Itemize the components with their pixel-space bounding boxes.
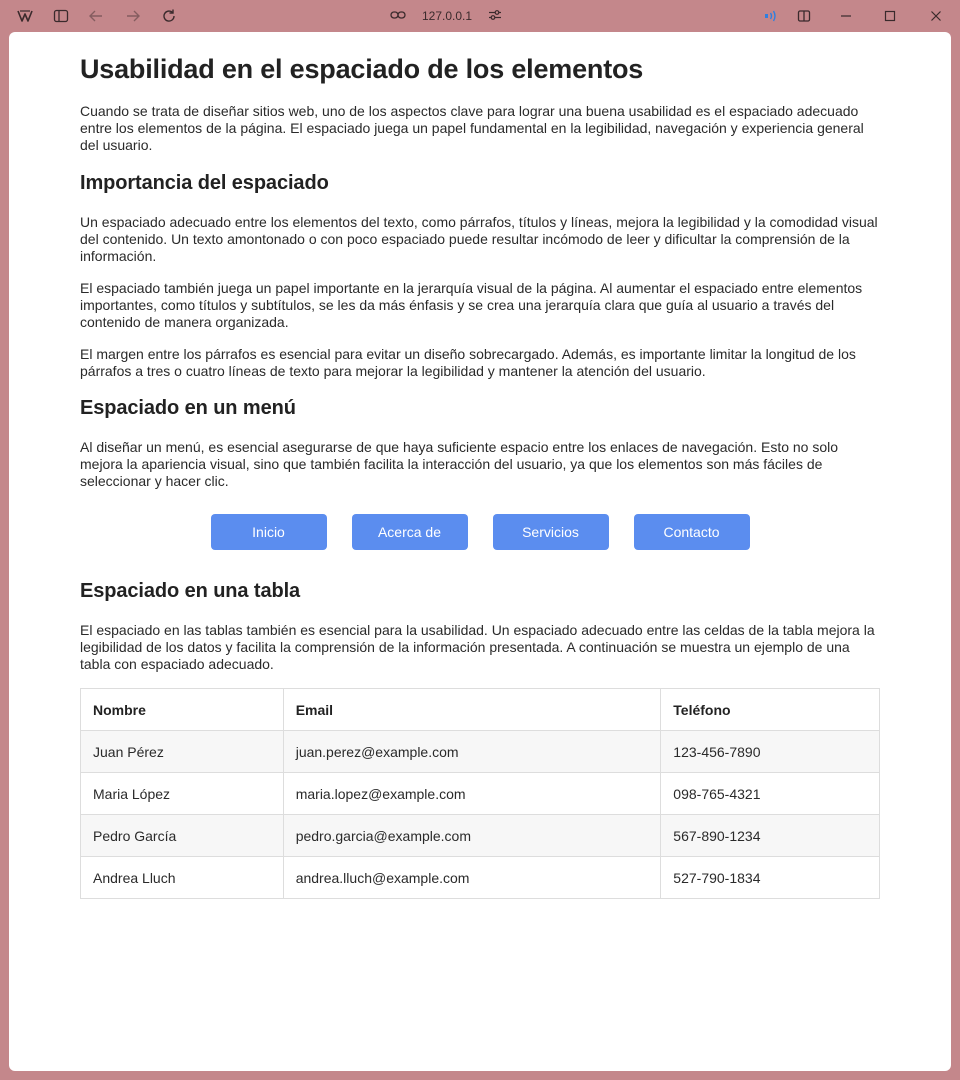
browser-titlebar: 127.0.0.1 xyxy=(0,0,960,32)
back-arrow-icon[interactable] xyxy=(87,7,105,25)
heading-tabla: Espaciado en una tabla xyxy=(80,580,301,602)
audio-playing-icon[interactable] xyxy=(762,7,780,25)
header-nombre: Nombre xyxy=(80,688,284,731)
app-logo-icon[interactable] xyxy=(16,7,34,25)
cell-email: juan.perez@example.com xyxy=(282,730,662,773)
cell-nombre: Andrea Lluch xyxy=(80,856,284,899)
article: Usabilidad en el espaciado de los elemen… xyxy=(80,32,880,899)
intro-paragraph: Cuando se trata de diseñar sitios web, u… xyxy=(80,103,864,153)
cell-email: pedro.garcia@example.com xyxy=(282,814,662,857)
page-viewport: Usabilidad en el espaciado de los elemen… xyxy=(9,32,951,1071)
reload-icon[interactable] xyxy=(160,7,178,25)
menu-button-contacto[interactable]: Contacto xyxy=(633,514,750,550)
address-text[interactable]: 127.0.0.1 xyxy=(422,9,472,23)
cell-telefono: 123-456-7890 xyxy=(660,730,880,773)
nav-menu: Inicio Acerca de Servicios Contacto xyxy=(80,514,880,550)
table-row: Pedro García pedro.garcia@example.com 56… xyxy=(80,814,880,857)
heading-importancia: Importancia del espaciado xyxy=(80,172,329,194)
forward-arrow-icon[interactable] xyxy=(124,7,142,25)
link-icon xyxy=(390,9,406,23)
cell-email: andrea.lluch@example.com xyxy=(282,856,662,899)
address-bar[interactable]: 127.0.0.1 xyxy=(390,6,502,26)
sidebar-toggle-icon[interactable] xyxy=(52,7,70,25)
cell-nombre: Maria López xyxy=(80,772,284,815)
cell-telefono: 567-890-1234 xyxy=(660,814,880,857)
table-header-row: Nombre Email Teléfono xyxy=(80,688,880,731)
menu-paragraph: Al diseñar un menú, es esencial asegurar… xyxy=(80,439,839,489)
close-icon[interactable] xyxy=(927,7,945,25)
cell-telefono: 527-790-1834 xyxy=(660,856,880,899)
minimize-icon[interactable] xyxy=(837,7,855,25)
table-row: Andrea Lluch andrea.lluch@example.com 52… xyxy=(80,856,880,899)
importancia-paragraph-3: El margen entre los párrafos es esencial… xyxy=(80,346,856,379)
contacts-table: Nombre Email Teléfono Juan Pérez juan.pe… xyxy=(80,688,880,899)
cell-email: maria.lopez@example.com xyxy=(282,772,662,815)
header-email: Email xyxy=(282,688,662,731)
tabla-paragraph: El espaciado en las tablas también es es… xyxy=(80,622,875,672)
menu-button-servicios[interactable]: Servicios xyxy=(492,514,609,550)
table-row: Juan Pérez juan.perez@example.com 123-45… xyxy=(80,730,880,773)
cell-telefono: 098-765-4321 xyxy=(660,772,880,815)
site-settings-icon[interactable] xyxy=(488,9,502,24)
maximize-icon[interactable] xyxy=(881,7,899,25)
menu-button-inicio[interactable]: Inicio xyxy=(210,514,327,550)
importancia-paragraph-2: El espaciado también juega un papel impo… xyxy=(80,280,863,330)
header-telefono: Teléfono xyxy=(660,688,880,731)
heading-menu: Espaciado en un menú xyxy=(80,397,296,419)
table-row: Maria López maria.lopez@example.com 098-… xyxy=(80,772,880,815)
menu-button-acerca-de[interactable]: Acerca de xyxy=(351,514,468,550)
page-title: Usabilidad en el espaciado de los elemen… xyxy=(80,54,644,84)
cell-nombre: Pedro García xyxy=(80,814,284,857)
importancia-paragraph-1: Un espaciado adecuado entre los elemento… xyxy=(80,214,878,264)
split-view-icon[interactable] xyxy=(795,7,813,25)
cell-nombre: Juan Pérez xyxy=(80,730,284,773)
